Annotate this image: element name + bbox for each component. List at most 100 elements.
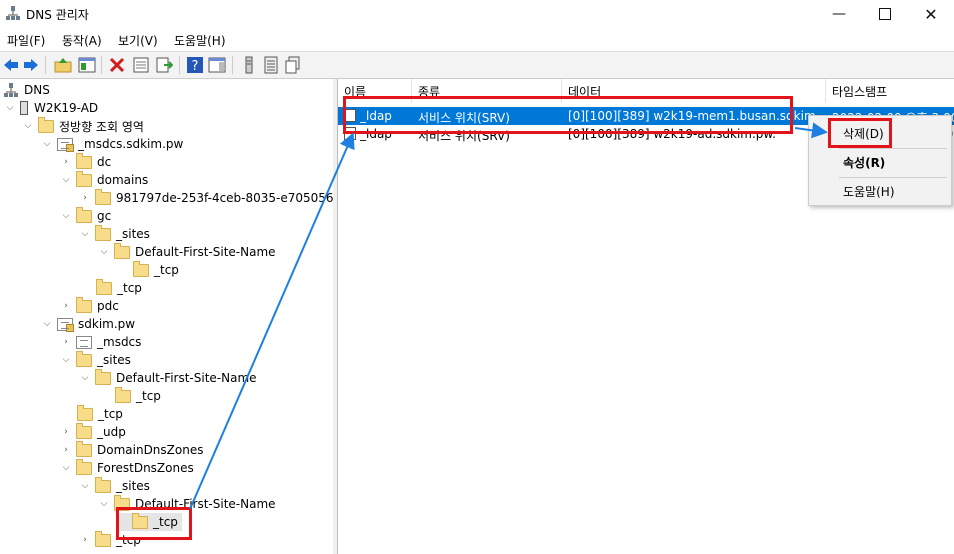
tree-label: DNS [24,83,50,97]
folder-icon [76,350,92,367]
minimize-icon: — [832,6,846,22]
context-help-item[interactable]: 도움말(H) [809,179,951,203]
menu-action[interactable]: 동작(A) [62,32,102,49]
chevron-right-icon[interactable]: › [60,156,72,168]
copy-icon[interactable] [284,56,302,74]
tree-label: _tcp [98,407,123,421]
annotation-box-records [343,96,793,134]
folder-icon [95,188,111,205]
zone-icon [57,317,74,332]
help-icon[interactable]: ? [186,56,204,74]
up-folder-icon[interactable] [54,56,72,74]
chevron-down-icon[interactable]: ⌵ [98,246,110,258]
folder-icon [95,368,111,385]
toolbar: ? [0,51,954,79]
tree-node-gc[interactable]: ⌵ gc [60,206,112,225]
tree-label: W2K19-AD [34,101,99,115]
tree-label: _sites [116,227,150,241]
tree-label: _tcp [136,389,161,403]
chevron-down-icon[interactable]: ⌵ [60,462,72,474]
chevron-down-icon[interactable]: ⌵ [79,480,91,492]
tree-node-gc-tcp[interactable]: _tcp [96,278,142,297]
tree-node-gc-sites[interactable]: ⌵ _sites [79,224,150,243]
tree-node-domaindnszones[interactable]: › DomainDnsZones [60,440,203,459]
chevron-right-icon[interactable]: › [79,192,91,204]
chevron-down-icon[interactable]: ⌵ [98,498,110,510]
tree-label: pdc [97,299,119,313]
tree-node-sd-msdcs[interactable]: › _msdcs [60,333,141,351]
tree-node-gc-site-tcp[interactable]: _tcp [133,260,179,279]
export-icon[interactable] [155,56,173,74]
folder-icon [76,152,92,169]
tree-node-fd-sites[interactable]: ⌵ _sites [79,476,150,495]
folder-icon [76,170,92,187]
tree-label: gc [97,209,112,223]
show-hide-tree-icon[interactable] [78,56,96,74]
chevron-down-icon[interactable]: ⌵ [60,210,72,222]
tree-label: _sites [97,353,131,367]
tree-node-dns[interactable]: DNS [4,81,50,99]
maximize-button[interactable] [862,0,908,28]
show-action-pane-icon[interactable] [208,56,226,74]
minimize-button[interactable]: — [816,0,862,28]
chevron-down-icon[interactable]: ⌵ [41,138,53,150]
menu-help[interactable]: 도움말(H) [174,32,226,49]
chevron-right-icon[interactable]: › [60,300,72,312]
tree-label: Default-First-Site-Name [116,371,257,385]
folder-icon [115,386,131,403]
folder-icon [76,422,92,439]
tree-node-server[interactable]: ⌵ W2K19-AD [4,99,98,117]
server-icon[interactable] [240,56,258,74]
chevron-down-icon[interactable]: ⌵ [41,318,53,330]
folder-icon [95,476,111,493]
tree-node-sd-site-name[interactable]: ⌵ Default-First-Site-Name [79,368,257,387]
tree-node-dc[interactable]: › dc [60,152,111,171]
tree-label: _udp [97,425,126,439]
tree-node-sd-tcp[interactable]: _tcp [77,404,123,423]
tree-label: _sites [116,479,150,493]
tree-node-sd-udp[interactable]: › _udp [60,422,126,441]
close-button[interactable]: ✕ [908,0,954,28]
tree-label: ForestDnsZones [97,461,194,475]
chevron-right-icon[interactable]: › [60,444,72,456]
context-properties-item[interactable]: 속성(R) [809,150,951,174]
folder-icon [76,206,92,223]
tree-label: _msdcs [97,335,142,349]
chevron-down-icon[interactable]: ⌵ [60,354,72,366]
chevron-down-icon[interactable]: ⌵ [22,120,34,132]
list-icon[interactable] [262,56,280,74]
tree-node-msdcs-zone[interactable]: ⌵ _msdcs.sdkim.pw [41,135,183,153]
context-separator [839,177,947,178]
tree-label: domains [97,173,149,187]
tree-node-sd-site-tcp[interactable]: _tcp [115,386,161,405]
chevron-down-icon[interactable]: ⌵ [60,174,72,186]
chevron-down-icon[interactable]: ⌵ [79,372,91,384]
folder-icon [38,116,54,133]
menu-view[interactable]: 보기(V) [118,32,158,49]
tree-node-sd-sites[interactable]: ⌵ _sites [60,350,131,369]
forward-arrow-icon[interactable] [22,56,40,74]
tree-node-forward-zones[interactable]: ⌵ 정방향 조회 영역 [22,116,144,135]
chevron-right-icon[interactable]: › [60,336,72,348]
tree-node-gc-site-name[interactable]: ⌵ Default-First-Site-Name [98,242,276,261]
chevron-down-icon[interactable]: ⌵ [79,228,91,240]
chevron-down-icon[interactable]: ⌵ [4,102,16,114]
tree-node-sdkim-zone[interactable]: ⌵ sdkim.pw [41,315,135,333]
delete-icon[interactable] [108,56,126,74]
back-arrow-icon[interactable] [2,56,20,74]
tree-node-guid[interactable]: › 981797de-253f-4ceb-8035-e705056e5 [79,188,333,207]
chevron-right-icon[interactable]: › [60,426,72,438]
tree-label: _tcp [117,281,142,295]
chevron-right-icon[interactable]: › [79,534,91,546]
column-header-timestamp[interactable]: 타임스탬프 [826,79,954,103]
folder-icon [114,242,130,259]
toolbar-separator [45,56,46,74]
properties-icon[interactable] [132,56,150,74]
tree-label: Default-First-Site-Name [135,245,276,259]
menu-file[interactable]: 파일(F) [7,32,45,49]
tree-node-pdc[interactable]: › pdc [60,296,119,315]
tree-node-forestdnszones[interactable]: ⌵ ForestDnsZones [60,458,194,477]
tree-node-domains[interactable]: ⌵ domains [60,170,149,189]
dns-app-icon [6,6,20,20]
dns-root-icon [4,83,18,97]
